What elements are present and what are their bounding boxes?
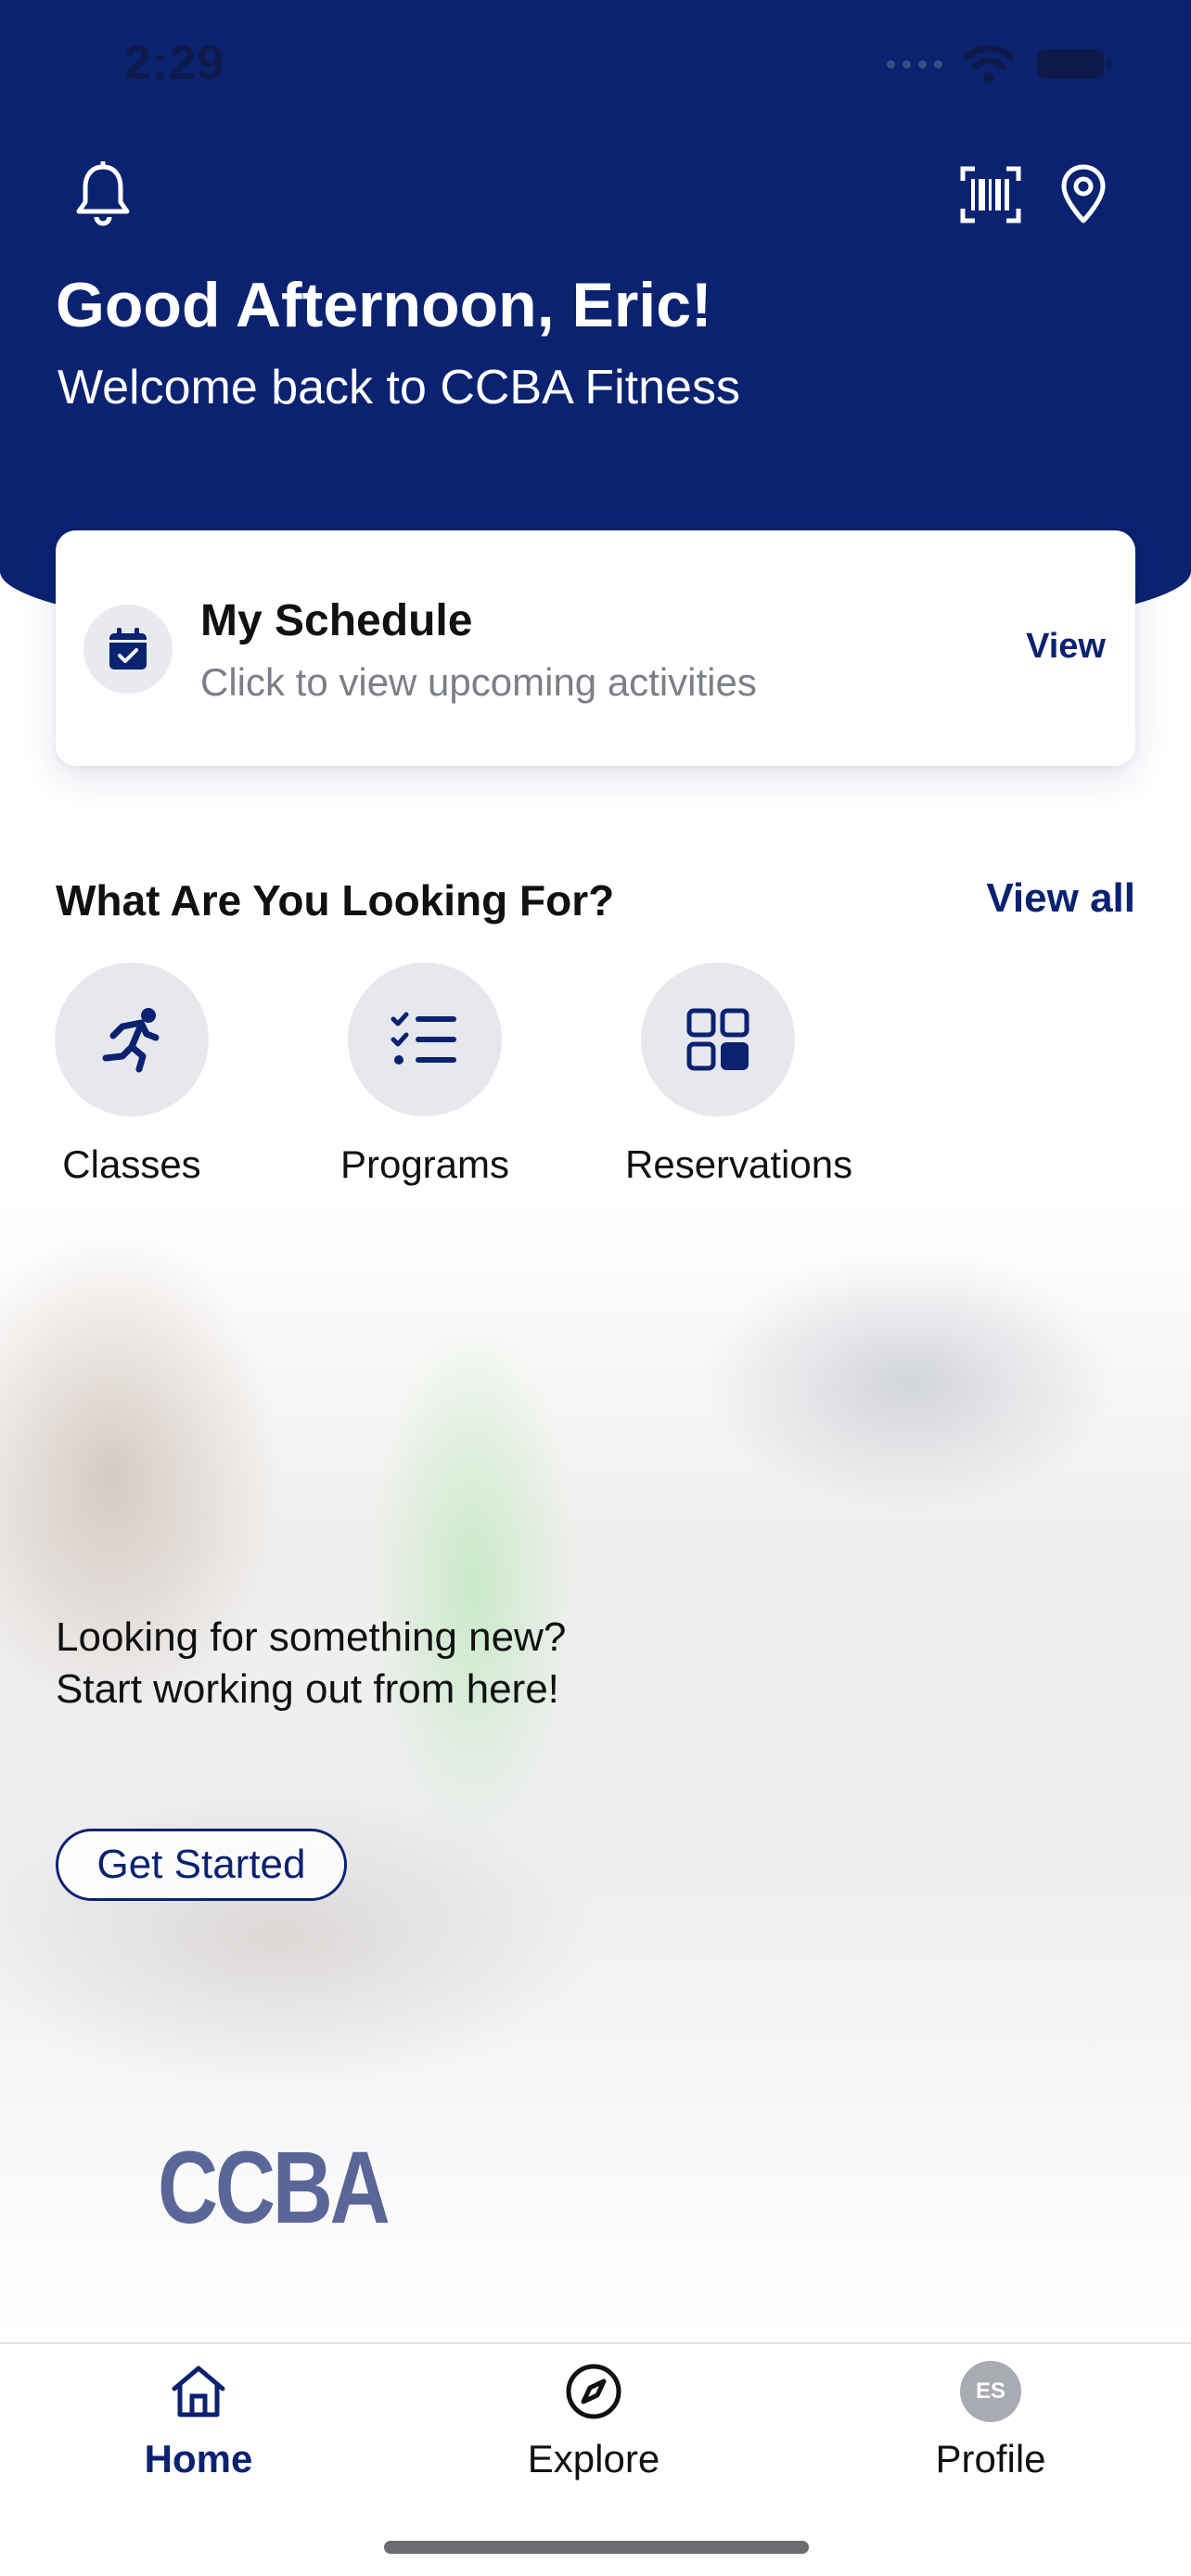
calendar-check-icon [83,605,173,694]
category-programs[interactable]: Programs [332,963,518,1187]
signal-icon [887,59,942,69]
promo-line-2: Start working out from here! [56,1666,559,1712]
location-pin-icon[interactable] [1052,158,1115,230]
view-all-link[interactable]: View all [986,875,1135,922]
home-icon [172,2366,225,2417]
promo-line-1: Looking for something new? [56,1614,567,1660]
category-label: Reservations [625,1142,853,1186]
grid-icon [641,963,795,1116]
status-icons [887,45,1113,83]
welcome-subtitle: Welcome back to CCBA Fitness [58,361,740,414]
wifi-icon [963,45,1015,83]
my-schedule-card[interactable]: My Schedule Click to view upcoming activ… [56,530,1135,766]
category-label: Programs [339,1142,510,1186]
checklist-icon [348,963,502,1116]
category-classes[interactable]: Classes [39,963,224,1187]
category-reservations[interactable]: Reservations [625,963,853,1187]
schedule-title: My Schedule [200,596,473,645]
battery-icon [1037,49,1111,79]
tab-profile[interactable]: ES Profile [879,2359,1102,2481]
ccba-logo: CCBA [158,2131,391,2245]
greeting-title: Good Afternoon, Eric! [56,270,712,340]
section-title: What Are You Looking For? [56,876,615,925]
category-label: Classes [62,1142,201,1186]
tab-label: Home [144,2437,253,2480]
barcode-scan-icon[interactable] [955,159,1026,230]
compass-icon [566,2364,621,2419]
tab-home[interactable]: Home [87,2359,310,2481]
status-time: 2:29 [124,36,225,90]
get-started-button[interactable]: Get Started [56,1829,347,1901]
avatar: ES [960,2361,1021,2422]
tab-label: Explore [527,2437,660,2480]
schedule-view-link[interactable]: View [1026,627,1106,667]
schedule-subtitle: Click to view upcoming activities [200,660,757,704]
promo-text: Looking for something new? Start working… [56,1612,566,1715]
tab-explore[interactable]: Explore [482,2359,705,2481]
notifications-bell-icon[interactable] [67,158,139,230]
tab-label: Profile [935,2437,1046,2480]
running-person-icon [55,963,209,1116]
home-indicator [384,2541,809,2554]
